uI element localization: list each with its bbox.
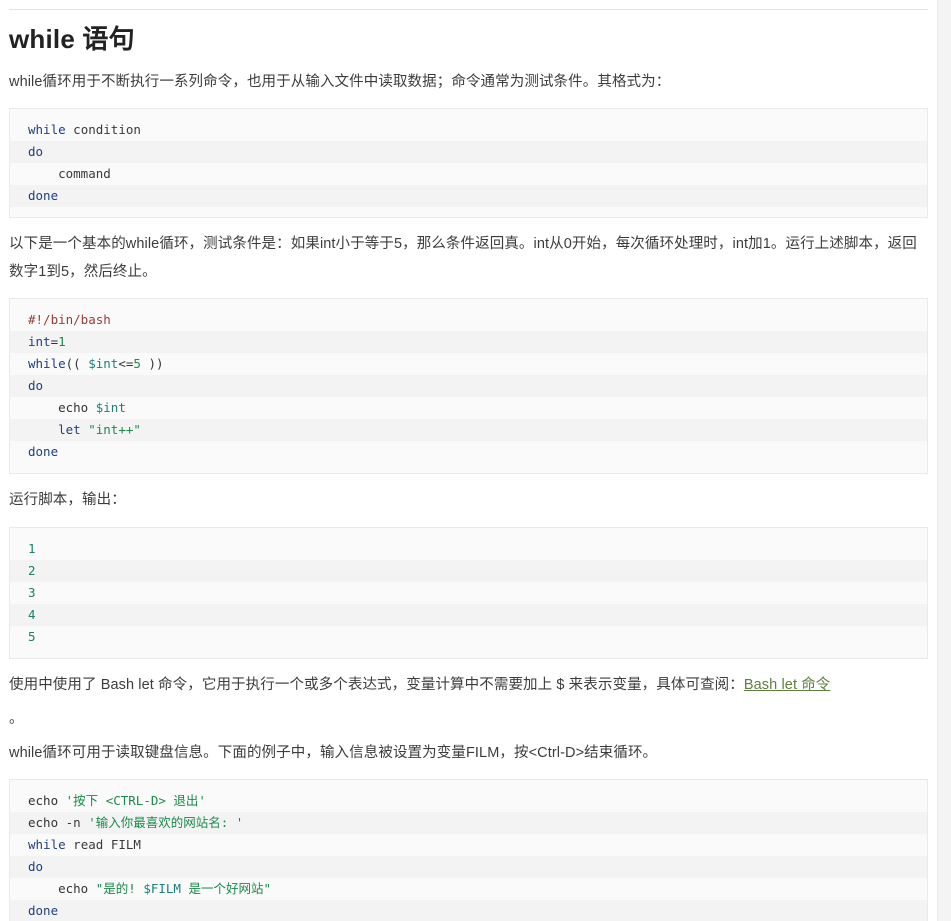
code-line: do — [10, 856, 927, 879]
code-line: 3 — [10, 581, 927, 604]
code-line: command — [10, 162, 927, 185]
code-token-var: $int — [95, 400, 126, 416]
let-note-period: 。 — [9, 710, 24, 727]
code-line: do — [10, 375, 927, 398]
code-block-while-read-film[interactable]: echo '按下 <CTRL-D> 退出' echo -n '输入你最喜欢的网站名… — [9, 779, 928, 921]
code-block-while-output[interactable]: 1 2 3 4 5 — [9, 526, 928, 659]
code-block-while-int-example[interactable]: #!/bin/bash int=1 while(( $int<=5 )) do ech… — [9, 298, 928, 475]
code-token-out: 2 — [28, 562, 36, 578]
code-line: done — [10, 184, 927, 207]
code-token-op: = — [50, 334, 59, 350]
code-token-num: 5 — [133, 356, 141, 372]
code-token-out: 1 — [28, 540, 36, 556]
top-divider — [9, 9, 928, 10]
code-line: int=1 — [10, 331, 927, 354]
code-token-kw: while — [28, 837, 66, 853]
code-line: 5 — [10, 625, 927, 648]
code-token-plain: read — [73, 837, 104, 853]
code-line: echo $int — [10, 397, 927, 420]
page-title: while 语句 — [9, 24, 135, 54]
code-line: 1 — [10, 537, 927, 560]
code-line: while(( $int<=5 )) — [10, 353, 927, 376]
code-token-str: "是的! — [95, 881, 144, 897]
code-token-out: 3 — [28, 584, 36, 600]
code-token-kw: done — [28, 903, 59, 919]
code-token-kw: done — [28, 444, 59, 460]
run-script-paragraph: 运行脚本，输出： — [9, 492, 126, 509]
code-token-var: $int — [88, 356, 119, 372]
code-token-fn: echo — [28, 793, 59, 809]
code-line: done — [10, 441, 927, 464]
example-description-paragraph: 以下是一个基本的while循环，测试条件是：如果int小于等于5，那么条件返回真… — [9, 235, 917, 281]
code-line: while read FILM — [10, 834, 927, 857]
code-line: 2 — [10, 559, 927, 582]
article-content: while 语句 while循环用于不断执行一系列命令，也用于从输入文件中读取数… — [0, 9, 937, 921]
code-token-num: 1 — [58, 334, 66, 350]
code-token-plain: condition — [73, 121, 141, 137]
let-note-paragraph: 使用中使用了 Bash let 命令，它用于执行一个或多个表达式，变量计算中不需… — [9, 671, 928, 699]
code-token-kw: do — [28, 143, 44, 159]
code-line: do — [10, 140, 927, 163]
let-note-text-before: 使用中使用了 Bash let 命令，它用于执行一个或多个表达式，变量计算中不需… — [9, 676, 744, 693]
code-line: done — [10, 900, 927, 921]
page-scrollbar[interactable] — [937, 0, 951, 921]
code-token-str: 是一个好网站" — [180, 881, 272, 897]
code-token-kw: do — [28, 378, 44, 394]
code-token-str: '输入你最喜欢的网站名: ' — [88, 815, 244, 831]
code-token-kw: while — [28, 121, 66, 137]
code-token-kw: int — [28, 334, 51, 350]
code-line: echo -n '输入你最喜欢的网站名: ' — [10, 812, 927, 835]
code-token-plain: -n — [65, 815, 81, 831]
code-token-plain: command — [28, 165, 111, 181]
code-line: while condition — [10, 118, 927, 141]
code-token-kw: let — [58, 422, 81, 438]
code-token-kw: while — [28, 356, 66, 372]
code-token-cmt: #!/bin/bash — [28, 312, 111, 328]
code-line: let "int++" — [10, 419, 927, 442]
code-token-op: (( — [65, 356, 81, 372]
code-block-while-syntax[interactable]: while condition do command done — [9, 107, 928, 218]
code-token-kw: done — [28, 187, 59, 203]
code-token-fn: echo — [58, 881, 89, 897]
code-token-str: '按下 <CTRL-D> 退出' — [65, 793, 206, 809]
article-page: while 语句 while循环用于不断执行一系列命令，也用于从输入文件中读取数… — [0, 0, 937, 921]
code-token-fn: echo — [58, 400, 89, 416]
code-token-out: 4 — [28, 606, 36, 622]
code-token-plain: FILM — [110, 837, 141, 853]
code-token-str: "int++" — [88, 422, 141, 438]
code-line: 4 — [10, 603, 927, 626]
code-line: #!/bin/bash — [10, 309, 927, 332]
intro-paragraph: while循环用于不断执行一系列命令，也用于从输入文件中读取数据；命令通常为测试… — [9, 73, 671, 90]
code-token-op: <= — [118, 356, 134, 372]
keyboard-note-paragraph: while循环可用于读取键盘信息。下面的例子中，输入信息被设置为变量FILM，按… — [9, 745, 658, 762]
code-token-op: )) — [148, 356, 164, 372]
code-line: echo "是的! $FILM 是一个好网站" — [10, 878, 927, 901]
code-token-var: $FILM — [143, 881, 181, 897]
code-token-out: 5 — [28, 628, 36, 644]
bash-let-command-link[interactable]: Bash let 命令 — [744, 677, 831, 693]
code-token-fn: echo — [28, 815, 59, 831]
code-line: echo '按下 <CTRL-D> 退出' — [10, 790, 927, 813]
code-token-kw: do — [28, 859, 44, 875]
